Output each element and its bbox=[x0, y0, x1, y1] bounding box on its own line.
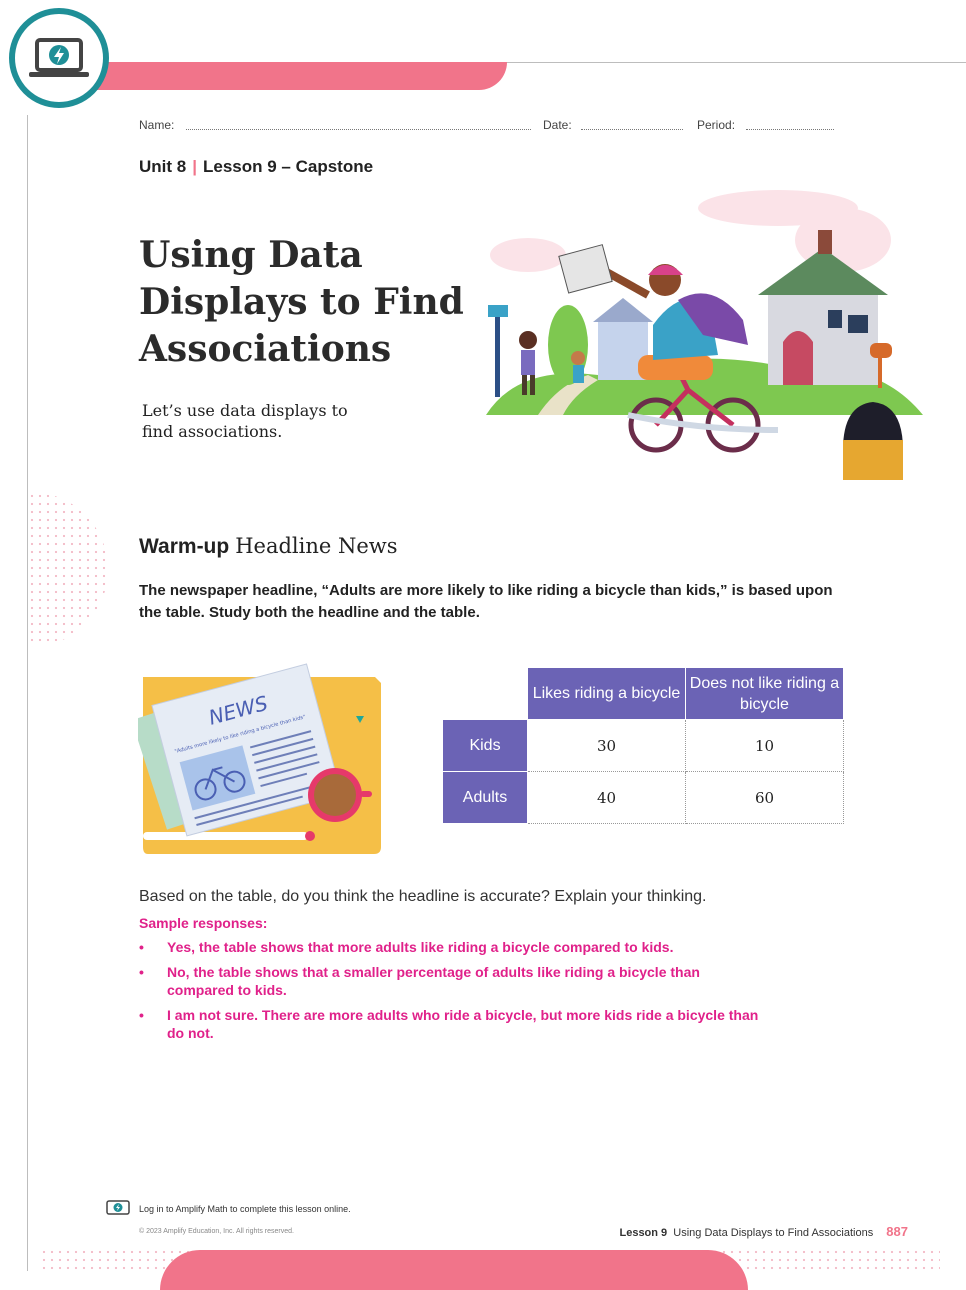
sample-responses-list: Yes, the table shows that more adults li… bbox=[139, 938, 759, 1049]
list-item: Yes, the table shows that more adults li… bbox=[139, 938, 759, 956]
newspaper-illustration: NEWS "Adults more likely to like riding … bbox=[131, 652, 383, 857]
unit-label: Unit 8 bbox=[139, 157, 187, 176]
unit-separator: | bbox=[192, 157, 197, 176]
left-rule bbox=[27, 115, 28, 1271]
period-field[interactable] bbox=[746, 119, 834, 130]
column-header-does-not-like: Does not like riding a bicycle bbox=[685, 667, 844, 720]
copyright-text: © 2023 Amplify Education, Inc. All right… bbox=[139, 1228, 294, 1235]
warmup-title: Headline News bbox=[235, 534, 398, 558]
table-row-adults: Adults 40 60 bbox=[442, 771, 844, 824]
cell-adults-does-not-like: 60 bbox=[685, 771, 844, 824]
row-header-kids: Kids bbox=[442, 719, 528, 772]
sample-responses-label: Sample responses: bbox=[139, 915, 268, 931]
footer-lesson-label: Lesson 9 bbox=[619, 1227, 668, 1239]
footer-accent-bar bbox=[160, 1250, 748, 1290]
cell-adults-likes: 40 bbox=[527, 771, 686, 824]
warmup-heading: Warm-up Headline News bbox=[139, 534, 398, 559]
table-corner bbox=[442, 667, 528, 720]
warmup-prompt: The newspaper headline, “Adults are more… bbox=[139, 582, 833, 621]
laptop-icon-small[interactable] bbox=[106, 1200, 130, 1215]
warmup-label: Warm-up bbox=[139, 535, 230, 558]
cell-kids-likes: 30 bbox=[527, 719, 686, 772]
period-label: Period: bbox=[697, 118, 736, 132]
date-label: Date: bbox=[543, 118, 572, 132]
table-header-row: Likes riding a bicycle Does not like rid… bbox=[442, 667, 844, 720]
date-field[interactable] bbox=[581, 119, 683, 130]
question-text: Based on the table, do you think the hea… bbox=[139, 888, 707, 905]
list-item: No, the table shows that a smaller perce… bbox=[139, 963, 759, 999]
lesson-subtitle: Let’s use data displays to find associat… bbox=[142, 401, 348, 441]
row-header-adults: Adults bbox=[442, 771, 528, 824]
unit-lesson-heading: Unit 8 | Lesson 9 – Capstone bbox=[139, 157, 373, 177]
cell-kids-does-not-like: 10 bbox=[685, 719, 844, 772]
decorative-dots-left bbox=[28, 492, 108, 647]
login-prompt-link[interactable]: Log in to Amplify Math to complete this … bbox=[139, 1204, 351, 1214]
page-footer: Lesson 9 Using Data Displays to Find Ass… bbox=[619, 1224, 908, 1239]
header-accent-bar bbox=[95, 62, 507, 90]
footer-lesson-title: Using Data Displays to Find Associations bbox=[673, 1227, 874, 1239]
name-field[interactable] bbox=[186, 119, 531, 130]
page-title: Using Data Displays to Find Associations bbox=[139, 234, 464, 370]
cyclist-illustration bbox=[478, 170, 928, 480]
laptop-lightning-icon[interactable] bbox=[9, 8, 109, 108]
page-number: 887 bbox=[886, 1224, 908, 1239]
name-label: Name: bbox=[139, 118, 175, 132]
column-header-likes: Likes riding a bicycle bbox=[527, 667, 686, 720]
table-row-kids: Kids 30 10 bbox=[442, 719, 844, 772]
lesson-label: Lesson 9 – Capstone bbox=[203, 157, 374, 176]
bicycle-two-way-table: Likes riding a bicycle Does not like rid… bbox=[442, 667, 844, 824]
list-item: I am not sure. There are more adults who… bbox=[139, 1006, 759, 1042]
